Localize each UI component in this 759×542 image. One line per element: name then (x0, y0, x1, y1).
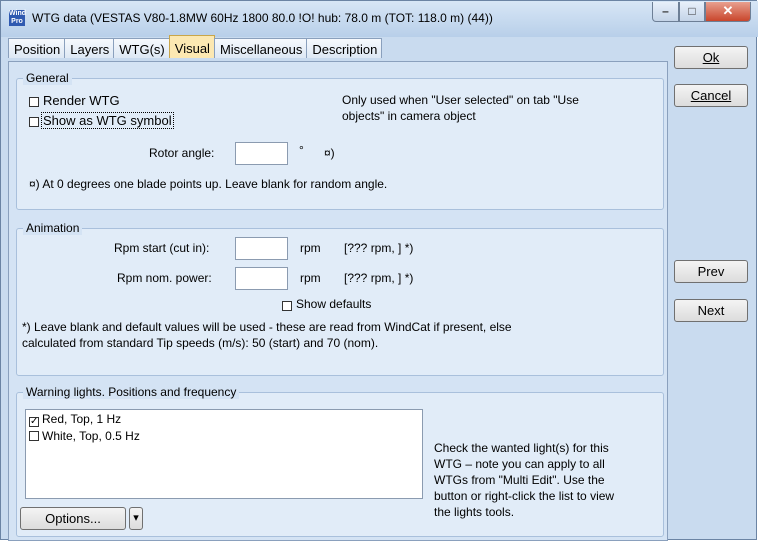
animation-footnote-line2: calculated from standard Tip speeds (m/s… (22, 336, 379, 350)
rpm-start-label: Rpm start (cut in): (114, 241, 210, 255)
rpm-nom-input[interactable] (235, 267, 288, 290)
show-defaults-label: Show defaults (296, 297, 372, 311)
tab-layers[interactable]: Layers (64, 38, 115, 58)
camera-note-line1: Only used when "User selected" on tab "U… (342, 93, 579, 107)
warning-help-line1: Check the wanted light(s) for this (434, 441, 609, 455)
animation-footnote-line1: *) Leave blank and default values will b… (22, 320, 512, 334)
tab-wtgs[interactable]: WTG(s) (113, 38, 170, 58)
light-label-white: White, Top, 0.5 Hz (42, 429, 140, 443)
warning-lights-legend: Warning lights. Positions and frequency (23, 385, 240, 399)
list-item[interactable]: White, Top, 0.5 Hz (29, 429, 140, 443)
chevron-down-icon: ▾ (133, 512, 139, 524)
camera-note-line2: objects" in camera object (342, 109, 476, 123)
light-checkbox-red[interactable]: ✓ (29, 417, 39, 427)
visual-tab-panel: General Render WTG Show as WTG symbol On… (8, 61, 668, 541)
show-symbol-label: Show as WTG symbol (41, 112, 174, 129)
animation-group: Animation Rpm start (cut in): rpm [??? r… (16, 221, 664, 376)
app-icon: Wind Pro (9, 10, 27, 26)
show-defaults-checkbox[interactable] (282, 301, 292, 311)
rpm-nom-unit: rpm (300, 271, 321, 285)
title-bar[interactable]: Wind Pro WTG data (VESTAS V80-1.8MW 60Hz… (1, 1, 758, 37)
general-group: General Render WTG Show as WTG symbol On… (16, 71, 664, 210)
cancel-button-label: Cancel (690, 88, 732, 103)
rotor-angle-mark: ¤) (324, 146, 335, 160)
warning-help-line4: button or right-click the list to view (434, 489, 615, 503)
minimize-button[interactable]: – (652, 2, 679, 22)
options-button[interactable]: Options... (20, 507, 126, 530)
options-dropdown-button[interactable]: ▾ (129, 507, 143, 530)
maximize-button[interactable]: □ (679, 2, 705, 22)
warning-help-line2: WTG – note you can apply to all (434, 457, 605, 471)
window-title: WTG data (VESTAS V80-1.8MW 60Hz 1800 80.… (32, 11, 493, 25)
tab-visual[interactable]: Visual (168, 35, 215, 58)
warning-help-line5: the lights tools. (434, 505, 515, 519)
ok-button-label: Ok (702, 50, 720, 65)
ok-button[interactable]: Ok (674, 46, 748, 69)
tab-miscellaneous[interactable]: Miscellaneous (213, 38, 308, 58)
rpm-start-input[interactable] (235, 237, 288, 260)
rotor-angle-input[interactable] (235, 142, 288, 165)
warning-lights-group: Warning lights. Positions and frequency … (16, 385, 664, 537)
warning-lights-list[interactable]: ✓ Red, Top, 1 Hz White, Top, 0.5 Hz (25, 409, 423, 499)
show-symbol-checkbox[interactable] (29, 117, 39, 127)
animation-legend: Animation (23, 221, 83, 235)
tab-strip: Position Layers WTG(s) Visual Miscellane… (8, 35, 383, 61)
warning-help-line3: WTGs from "Multi Edit". Use the (434, 473, 605, 487)
next-button[interactable]: Next (674, 299, 748, 322)
rpm-start-hint: [??? rpm, ] *) (344, 241, 414, 255)
rpm-nom-hint: [??? rpm, ] *) (344, 271, 414, 285)
cancel-button[interactable]: Cancel (674, 84, 748, 107)
tab-position[interactable]: Position (8, 38, 66, 58)
light-checkbox-white[interactable] (29, 431, 39, 441)
rpm-nom-label: Rpm nom. power: (117, 271, 212, 285)
render-wtg-checkbox[interactable] (29, 97, 39, 107)
prev-button[interactable]: Prev (674, 260, 748, 283)
rotor-angle-footnote: ¤) At 0 degrees one blade points up. Lea… (29, 177, 388, 191)
light-label-red: Red, Top, 1 Hz (42, 412, 122, 426)
wtg-data-window: Wind Pro WTG data (VESTAS V80-1.8MW 60Hz… (0, 0, 758, 541)
general-legend: General (23, 71, 72, 85)
render-wtg-label: Render WTG (43, 93, 120, 108)
close-button[interactable]: ✕ (705, 2, 751, 22)
tab-description[interactable]: Description (306, 38, 383, 58)
rpm-start-unit: rpm (300, 241, 321, 255)
rotor-angle-unit: ° (299, 143, 304, 157)
list-item[interactable]: ✓ Red, Top, 1 Hz (29, 412, 121, 427)
rotor-angle-label: Rotor angle: (149, 146, 215, 160)
